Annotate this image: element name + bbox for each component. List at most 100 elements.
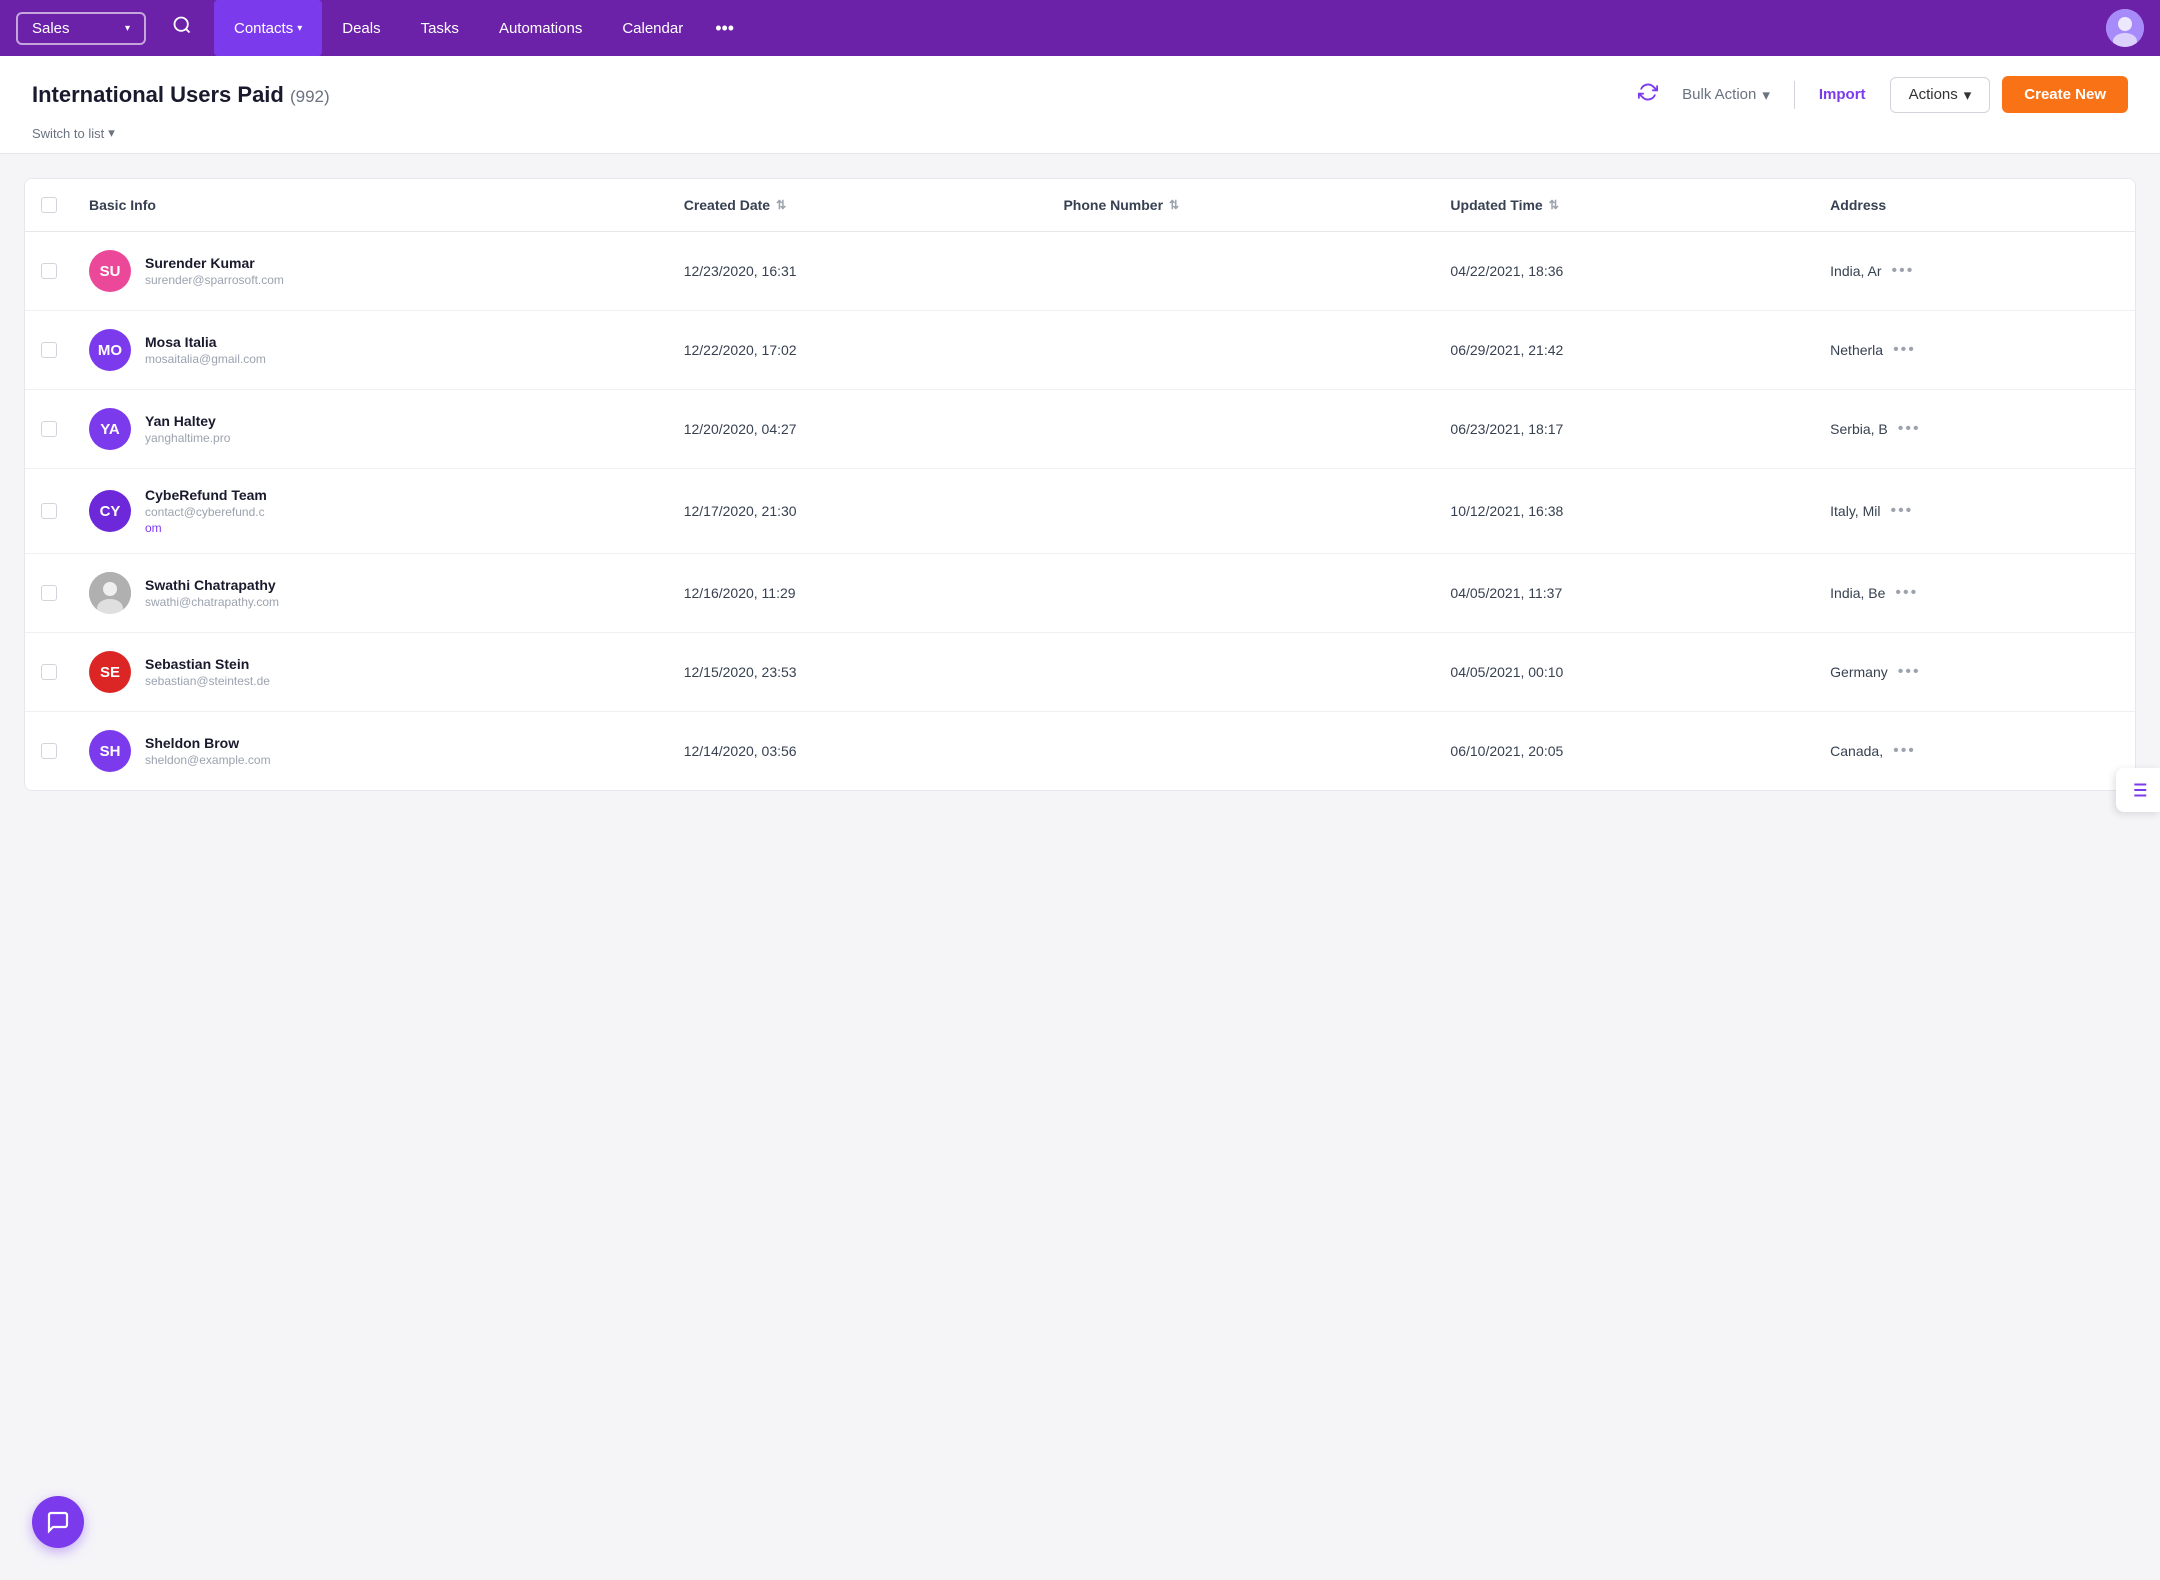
- refresh-button[interactable]: [1638, 82, 1658, 108]
- bulk-action-button[interactable]: Bulk Action ▾: [1670, 78, 1782, 112]
- chat-fab-button[interactable]: [32, 1496, 84, 1548]
- switch-chevron-icon: ▾: [108, 125, 115, 141]
- row-more-button[interactable]: •••: [1893, 742, 1916, 760]
- switch-to-list-button[interactable]: Switch to list ▾: [32, 125, 2128, 153]
- contacts-table: Basic Info Created Date ⇅ Phone Number ⇅: [25, 179, 2135, 790]
- row-checkbox[interactable]: [41, 263, 57, 279]
- actions-chevron-icon: ▾: [1964, 86, 1972, 104]
- row-checkbox-cell: [25, 469, 73, 554]
- phone-cell: [1047, 633, 1434, 712]
- created-date-sort-icon: ⇅: [776, 198, 786, 212]
- table-row: SESebastian Steinsebastian@steintest.de1…: [25, 633, 2135, 712]
- user-avatar[interactable]: [2106, 9, 2144, 47]
- updated-time-sort-icon: ⇅: [1549, 198, 1559, 212]
- nav-contacts[interactable]: Contacts ▾: [214, 0, 322, 56]
- row-checkbox-cell: [25, 712, 73, 791]
- contact-cell: YA Yan Haltey yanghaltime.pro: [73, 390, 668, 469]
- count-badge: (992): [290, 87, 330, 106]
- page-title: International Users Paid (992): [32, 82, 330, 108]
- page-header: International Users Paid (992) Bulk Acti…: [0, 56, 2160, 154]
- address-cell: Canada,•••: [1814, 712, 2135, 791]
- column-address: Address: [1814, 179, 2135, 232]
- created-date-cell: 12/14/2020, 03:56: [668, 712, 1048, 791]
- contacts-chevron-icon: ▾: [297, 23, 302, 34]
- contact-name[interactable]: Sebastian Stein: [145, 656, 270, 672]
- select-all-checkbox[interactable]: [41, 197, 57, 213]
- contact-avatar: CY: [89, 490, 131, 532]
- contacts-table-wrap: Basic Info Created Date ⇅ Phone Number ⇅: [24, 178, 2136, 791]
- table-header: Basic Info Created Date ⇅ Phone Number ⇅: [25, 179, 2135, 232]
- header-checkbox-cell: [25, 179, 73, 232]
- contact-name[interactable]: CybeRefund Team: [145, 487, 267, 503]
- row-more-button[interactable]: •••: [1898, 663, 1921, 681]
- row-more-button[interactable]: •••: [1895, 584, 1918, 602]
- sales-dropdown[interactable]: Sales ▾: [16, 12, 146, 45]
- updated-time-cell: 04/05/2021, 11:37: [1434, 554, 1814, 633]
- table-row: SHSheldon Browsheldon@example.com12/14/2…: [25, 712, 2135, 791]
- contact-cell: CYCybeRefund Teamcontact@cyberefund.com: [73, 469, 668, 554]
- phone-cell: [1047, 554, 1434, 633]
- contact-name[interactable]: Mosa Italia: [145, 334, 266, 350]
- address-cell: India, Be•••: [1814, 554, 2135, 633]
- created-date-cell: 12/15/2020, 23:53: [668, 633, 1048, 712]
- column-basic-info: Basic Info: [73, 179, 668, 232]
- table-row: SUSurender Kumarsurender@sparrosoft.com1…: [25, 232, 2135, 311]
- address-cell: Germany•••: [1814, 633, 2135, 712]
- column-created-date[interactable]: Created Date ⇅: [668, 179, 1048, 232]
- contact-name[interactable]: Sheldon Brow: [145, 735, 271, 751]
- row-checkbox[interactable]: [41, 421, 57, 437]
- refresh-icon: [1638, 82, 1658, 102]
- column-phone-number[interactable]: Phone Number ⇅: [1047, 179, 1434, 232]
- create-new-button[interactable]: Create New: [2002, 76, 2128, 113]
- updated-time-cell: 04/05/2021, 00:10: [1434, 633, 1814, 712]
- contact-email: sebastian@steintest.de: [145, 674, 270, 688]
- row-checkbox-cell: [25, 390, 73, 469]
- nav-more-button[interactable]: •••: [703, 12, 746, 45]
- column-updated-time[interactable]: Updated Time ⇅: [1434, 179, 1814, 232]
- sales-label: Sales: [32, 20, 70, 37]
- address-cell: Netherla•••: [1814, 311, 2135, 390]
- phone-cell: [1047, 469, 1434, 554]
- contact-name[interactable]: Surender Kumar: [145, 255, 284, 271]
- row-checkbox-cell: [25, 311, 73, 390]
- nav-tasks[interactable]: Tasks: [401, 0, 479, 56]
- row-checkbox[interactable]: [41, 743, 57, 759]
- row-more-button[interactable]: •••: [1890, 502, 1913, 520]
- contact-avatar: YA: [89, 408, 131, 450]
- row-more-button[interactable]: •••: [1893, 341, 1916, 359]
- import-button[interactable]: Import: [1807, 78, 1878, 111]
- row-checkbox[interactable]: [41, 664, 57, 680]
- actions-button[interactable]: Actions ▾: [1890, 77, 1991, 113]
- bulk-action-chevron-icon: ▾: [1762, 86, 1770, 104]
- updated-time-cell: 06/29/2021, 21:42: [1434, 311, 1814, 390]
- contact-email: sheldon@example.com: [145, 753, 271, 767]
- contact-name[interactable]: Yan Haltey: [145, 413, 230, 429]
- created-date-cell: 12/22/2020, 17:02: [668, 311, 1048, 390]
- filter-fab-button[interactable]: [2116, 768, 2160, 812]
- phone-cell: [1047, 712, 1434, 791]
- updated-time-cell: 10/12/2021, 16:38: [1434, 469, 1814, 554]
- phone-cell: [1047, 311, 1434, 390]
- row-more-button[interactable]: •••: [1892, 262, 1915, 280]
- nav-calendar[interactable]: Calendar: [602, 0, 703, 56]
- contact-name[interactable]: Swathi Chatrapathy: [145, 577, 279, 593]
- top-navigation: Sales ▾ Contacts ▾ Deals Tasks Automatio…: [0, 0, 2160, 56]
- chevron-icon: ▾: [125, 23, 130, 34]
- updated-time-cell: 04/22/2021, 18:36: [1434, 232, 1814, 311]
- contact-avatar: MO: [89, 329, 131, 371]
- table-row: YAYan Halteyyanghaltime.pro12/20/2020, 0…: [25, 390, 2135, 469]
- row-more-button[interactable]: •••: [1898, 420, 1921, 438]
- nav-automations[interactable]: Automations: [479, 0, 602, 56]
- search-button[interactable]: [166, 9, 198, 47]
- chat-icon: [46, 1510, 70, 1534]
- avatar-image: [2106, 9, 2144, 47]
- row-checkbox[interactable]: [41, 342, 57, 358]
- contact-email: yanghaltime.pro: [145, 431, 230, 445]
- row-checkbox[interactable]: [41, 585, 57, 601]
- address-cell: Italy, Mil•••: [1814, 469, 2135, 554]
- contact-cell: Swathi Chatrapathyswathi@chatrapathy.com: [73, 554, 668, 633]
- table-row: Swathi Chatrapathyswathi@chatrapathy.com…: [25, 554, 2135, 633]
- nav-deals[interactable]: Deals: [322, 0, 400, 56]
- header-actions: Bulk Action ▾ Import Actions ▾ Create Ne…: [1638, 76, 2128, 113]
- row-checkbox[interactable]: [41, 503, 57, 519]
